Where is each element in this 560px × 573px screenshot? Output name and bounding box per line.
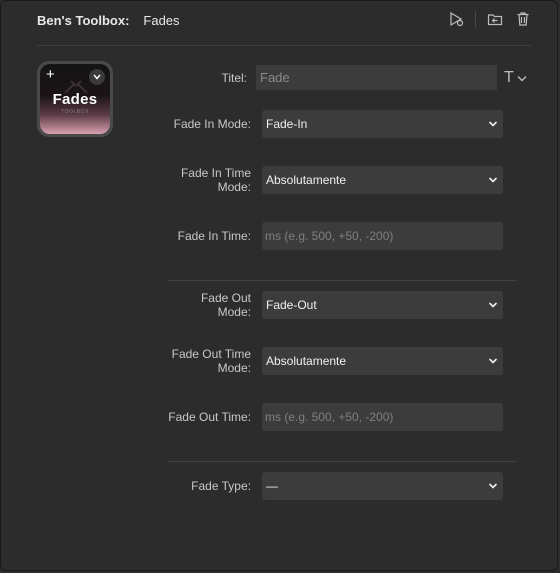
fade-in-mode-select[interactable]: Fade-In [262,110,503,138]
label-line: Fade In Time [180,166,251,180]
tile-sublabel: TOOLBOX [61,109,89,115]
label-line: Fade Out [200,291,251,305]
fade-out-mode-label: Fade Out Mode: [131,291,251,319]
chevron-down-icon [488,358,498,364]
text-format-button[interactable]: T [504,69,527,87]
title-input[interactable]: Fade [256,65,497,90]
title-label: Titel: [221,71,247,85]
add-icon[interactable]: + [46,66,55,83]
chevron-down-icon [488,121,498,127]
section-divider [167,461,517,462]
fade-in-time-mode-select[interactable]: Absolutamente [262,166,503,194]
chevron-down-icon [488,177,498,183]
fade-out-time-label: Fade Out Time: [168,410,251,424]
header-toolbar [437,10,532,28]
label-line: Mode: [217,305,251,319]
tile-label: Fades [52,91,98,108]
fade-out-time-input[interactable]: ms (e.g. 500, +50, -200) [262,403,503,431]
action-icon-tile[interactable]: + Fades TOOLBOX [37,61,113,137]
chevron-down-icon [517,75,527,81]
fade-out-mode-select[interactable]: Fade-Out [262,291,503,319]
fade-type-select[interactable]: — [262,472,503,500]
fade-type-label: Fade Type: [191,479,251,493]
fade-in-time-label: Fade In Time: [177,229,251,243]
label-line: Mode: [217,361,251,375]
chevron-down-icon[interactable] [89,69,105,85]
fade-in-mode-value: Fade-In [266,117,308,131]
fade-out-mode-value: Fade-Out [266,298,317,312]
trash-icon[interactable] [514,10,532,28]
header: Ben's Toolbox: Fades [37,11,180,29]
label-line: Mode: [217,180,251,194]
fade-in-time-mode-label: Fade In Time Mode: [131,166,251,194]
toolbar-separator [475,11,476,27]
fade-out-time-mode-label: Fade Out Time Mode: [131,347,251,375]
fade-type-value: — [266,479,278,493]
fade-in-time-input[interactable]: ms (e.g. 500, +50, -200) [262,222,503,250]
fade-in-mode-label: Fade In Mode: [173,117,251,131]
action-name: Fades [143,12,180,28]
action-icon-image: + Fades TOOLBOX [40,64,110,134]
header-divider [37,45,531,46]
test-run-icon[interactable] [447,10,465,28]
duplicate-icon[interactable] [486,10,504,28]
fade-in-time-mode-value: Absolutamente [266,173,347,187]
fade-out-time-mode-value: Absolutamente [266,354,347,368]
fade-out-time-mode-select[interactable]: Absolutamente [262,347,503,375]
section-divider [167,280,517,281]
chevron-down-icon [488,302,498,308]
label-line: Fade Out Time [171,347,251,361]
chevron-down-icon [488,483,498,489]
toolbox-title: Ben's Toolbox: [37,12,130,28]
text-format-icon: T [504,69,514,86]
